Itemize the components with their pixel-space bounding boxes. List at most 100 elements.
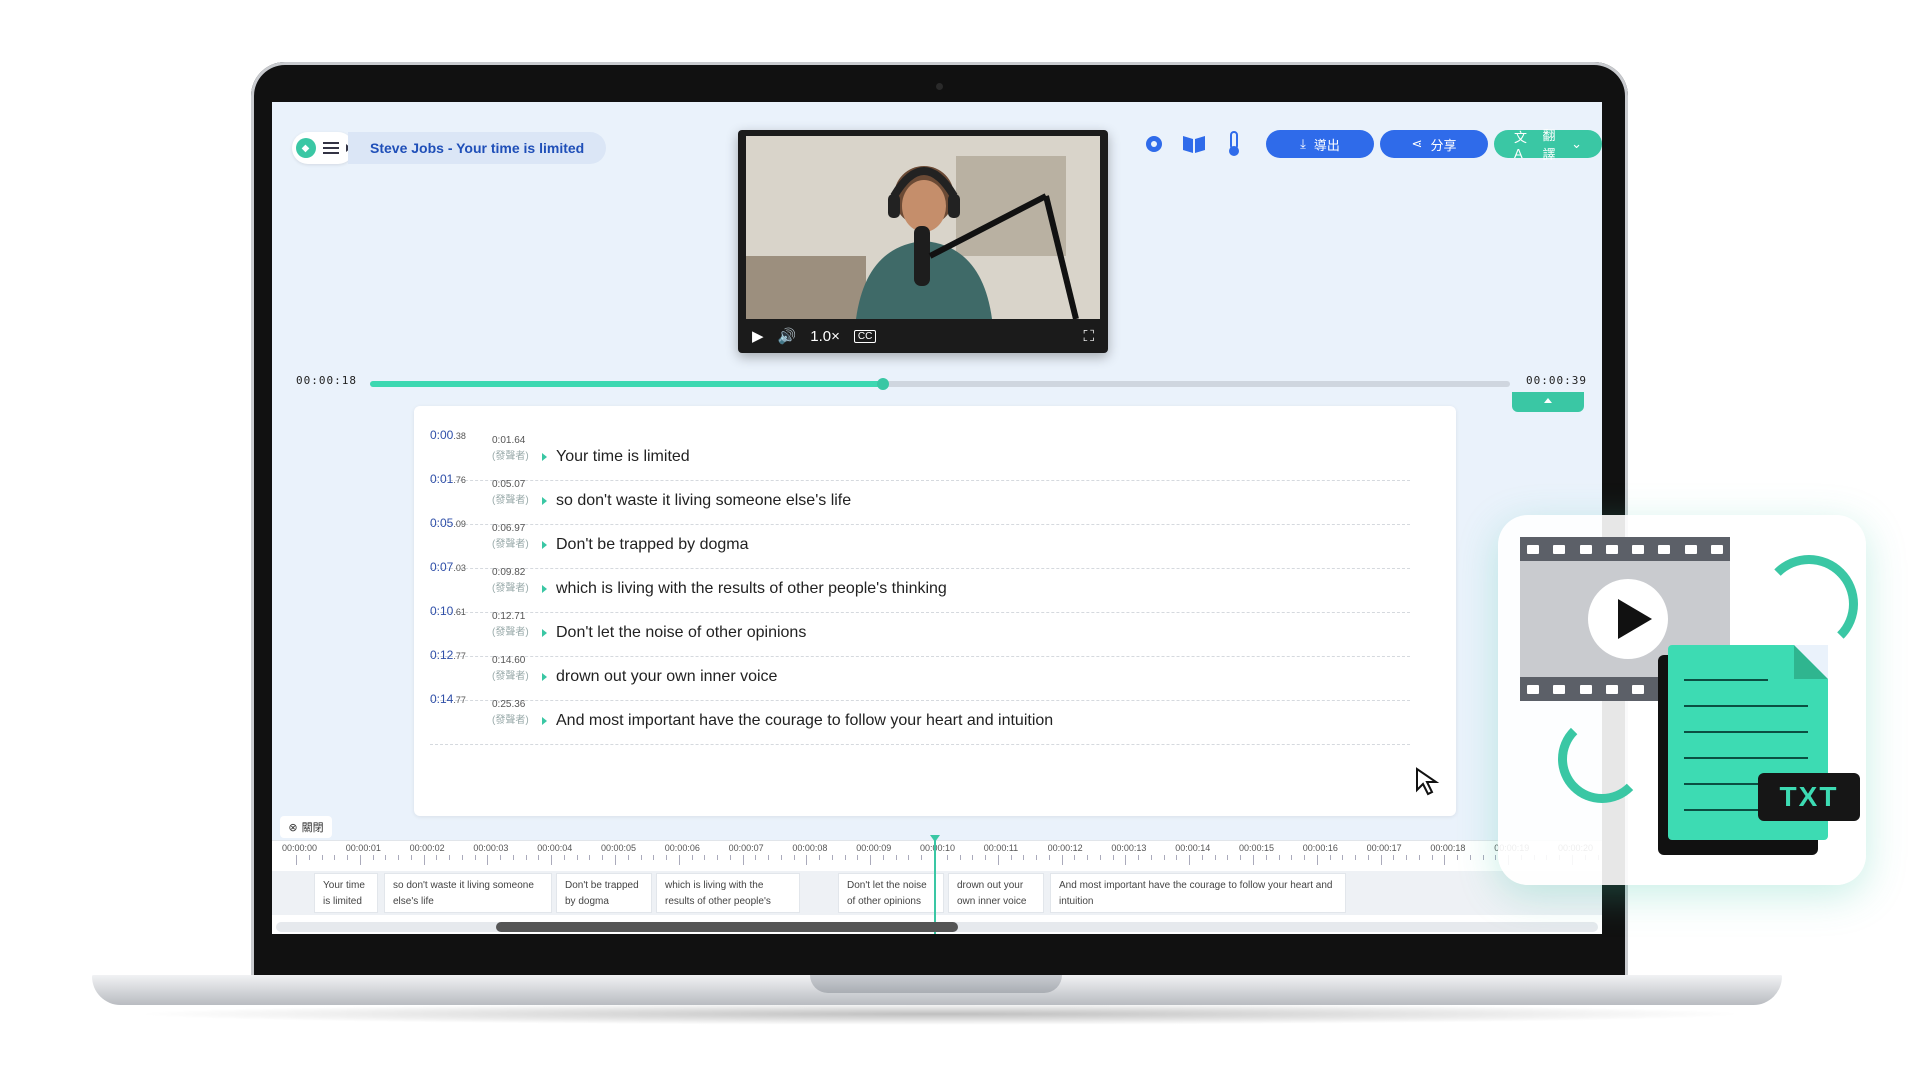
timeline-scrollbar[interactable] [276,922,1598,932]
timeline-segment[interactable]: Don't let the noise of other opinions [838,873,944,913]
segment-text[interactable]: which is living with the results of othe… [556,580,947,598]
timeline-ruler[interactable]: 00:00:00 00:00:01 00:00:02 00:00:03 00:00:04… [272,843,1602,867]
segment-text[interactable]: Your time is limited [556,448,690,466]
speaker-label[interactable]: (發聲者) [492,535,529,550]
chevron-down-icon: ⌄ [1571,136,1582,151]
timeline-tick [1163,855,1165,860]
segment-end-time: 0:14.60 [492,655,526,666]
timeline-playhead[interactable] [930,835,940,934]
segment-start-time[interactable]: 0:14.77 [430,692,466,706]
segment-start-time[interactable]: 0:00.38 [430,428,466,442]
export-label: 導出 [1313,137,1340,153]
arrow-left-curve-icon [1558,715,1646,803]
timeline-tick [1176,855,1178,860]
timeline-segment[interactable]: which is living with the results of othe… [656,873,800,913]
timeline-tick [717,855,719,860]
translate-label: 翻譯 [1542,128,1556,162]
timeline-segment[interactable]: Don't be trapped by dogma [556,873,652,913]
close-timeline-button[interactable]: ⊗ 關閉 [280,816,332,838]
timeline-tick [1495,855,1497,860]
timeline-tick [1138,855,1140,860]
timeline-tick-label: 00:00:02 [409,843,445,853]
timeline-tick [806,855,808,865]
fullscreen-icon[interactable]: ⛶ [1083,328,1094,345]
timeline-segment[interactable]: drown out your own inner voice [948,873,1044,913]
video-player[interactable]: ▶ 🔊 1.0× CC ⛶ [738,130,1108,353]
current-time: 00:00:18 [296,374,357,387]
timeline-tick [1010,855,1012,860]
segment-text[interactable]: drown out your own inner voice [556,668,777,686]
progress-bar[interactable] [370,378,1510,390]
segment-text[interactable]: And most important have the courage to f… [556,712,1053,730]
playback-speed[interactable]: 1.0× [810,328,840,345]
segment-end-time: 0:12.71 [492,611,526,622]
speaker-label[interactable]: (發聲者) [492,447,529,462]
thermometer-icon[interactable] [1220,130,1248,158]
speaker-label[interactable]: (發聲者) [492,623,529,638]
timeline-tick [1304,855,1306,860]
timeline-segment[interactable]: so don't waste it living someone else's … [384,873,552,913]
timeline-segment[interactable]: And most important have the courage to f… [1050,873,1346,913]
export-button[interactable]: ⤓ 導出 [1266,130,1374,158]
segment-text[interactable]: so don't waste it living someone else's … [556,492,851,510]
timeline-tick [1061,855,1063,865]
laptop-shadow [130,1003,1750,1025]
caret-right-icon [542,717,547,725]
timeline-tick-label: 00:00:07 [728,843,764,853]
timeline-tick [1150,855,1152,860]
webcam [936,83,943,90]
caret-right-icon [542,497,547,505]
film-strip-top [1520,537,1730,561]
timeline-tick [538,855,540,860]
timeline-scrollbar-thumb[interactable] [496,922,958,932]
timeline-tick [334,855,336,860]
timeline-tick [1036,855,1038,860]
share-button[interactable]: ⋖ 分享 [1380,130,1488,158]
timeline-tick [1469,855,1471,860]
cc-icon[interactable]: CC [853,329,877,343]
video-frame[interactable] [746,136,1100,319]
timeline-tick-label: 00:00:08 [792,843,828,853]
progress-handle[interactable] [877,378,889,390]
timeline-tick [704,855,706,860]
timeline-tick [1291,855,1293,860]
speaker-label[interactable]: (發聲者) [492,667,529,682]
segment-start-time[interactable]: 0:05.09 [430,516,466,530]
timeline-segment[interactable]: Your time is limited [314,873,378,913]
segment-start-time[interactable]: 0:07.03 [430,560,466,574]
speaker-label[interactable]: (發聲者) [492,491,529,506]
timeline-tick [1355,855,1357,860]
volume-icon[interactable]: 🔊 [778,327,797,345]
speaker-label[interactable]: (發聲者) [492,711,529,726]
segment-end-time: 0:06.97 [492,523,526,534]
segment-start-time[interactable]: 0:10.61 [430,604,466,618]
mouse-cursor-icon [1416,767,1440,796]
book-icon[interactable] [1180,130,1208,158]
play-icon[interactable]: ▶ [752,327,764,345]
timeline-tick-label: 00:00:06 [664,843,700,853]
timeline-tick [398,855,400,860]
logo-icon: ◆ [295,138,316,158]
menu-button[interactable]: ◆ [292,132,354,164]
timeline-tick [729,855,731,860]
timeline-tick [1342,855,1344,860]
segment-text[interactable]: Don't be trapped by dogma [556,536,749,554]
timeline-tick [666,855,668,860]
laptop-notch [810,975,1062,993]
timeline-tick [423,855,425,865]
speaker-label[interactable]: (發聲者) [492,579,529,594]
translate-button[interactable]: 文A 翻譯 ⌄ [1494,128,1602,162]
transcript-row[interactable]: 0:14.77 0:25.36 (發聲者) And most important… [430,692,1410,745]
timeline-tick [793,855,795,860]
segment-end-time: 0:01.64 [492,435,526,446]
segment-start-time[interactable]: 0:01.76 [430,472,466,486]
play-circle-icon [1588,579,1668,659]
segment-start-time[interactable]: 0:12.77 [430,648,466,662]
timeline-tick [844,855,846,860]
gear-icon[interactable] [1140,130,1168,158]
segment-text[interactable]: Don't let the noise of other opinions [556,624,806,642]
timeline-tick-label: 00:00:18 [1430,843,1466,853]
collapse-video-button[interactable] [1512,392,1584,412]
timeline-tick [1431,855,1433,860]
timeline-tick [474,855,476,860]
